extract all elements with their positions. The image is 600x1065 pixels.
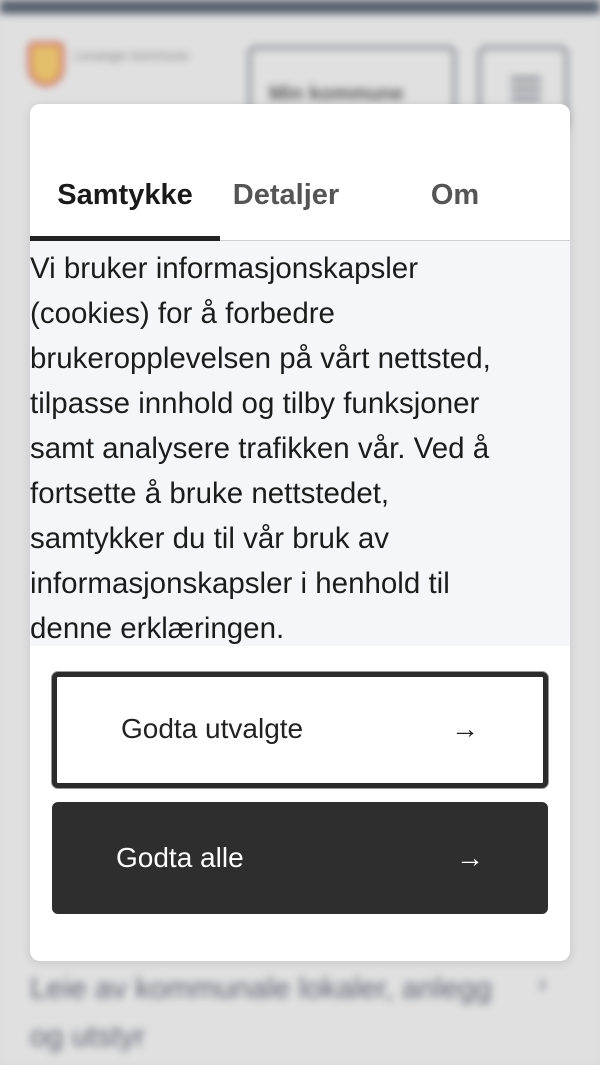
arrow-right-icon: → [451,713,479,744]
tab-label: Detaljer [232,179,340,211]
tab-label: Samtykke [57,179,193,211]
tab-label: Om [430,179,480,211]
button-label: Godta utvalgte [121,713,304,744]
accept-all-button[interactable]: Godta alle → [52,802,548,914]
tab-om[interactable]: Om [352,164,558,240]
consent-tabs: Samtykke Detaljer Om [30,164,570,241]
button-label: Godta alle [116,842,244,873]
cookie-consent-dialog: Samtykke Detaljer Om Vi bruker informasj… [30,104,570,961]
arrow-right-icon: → [456,842,484,873]
accept-selected-button[interactable]: Godta utvalgte → [52,672,548,788]
tab-detaljer[interactable]: Detaljer [220,164,352,240]
tab-samtykke[interactable]: Samtykke [30,164,220,241]
consent-description: Vi bruker informasjonskapsler (cookies) … [30,241,570,646]
